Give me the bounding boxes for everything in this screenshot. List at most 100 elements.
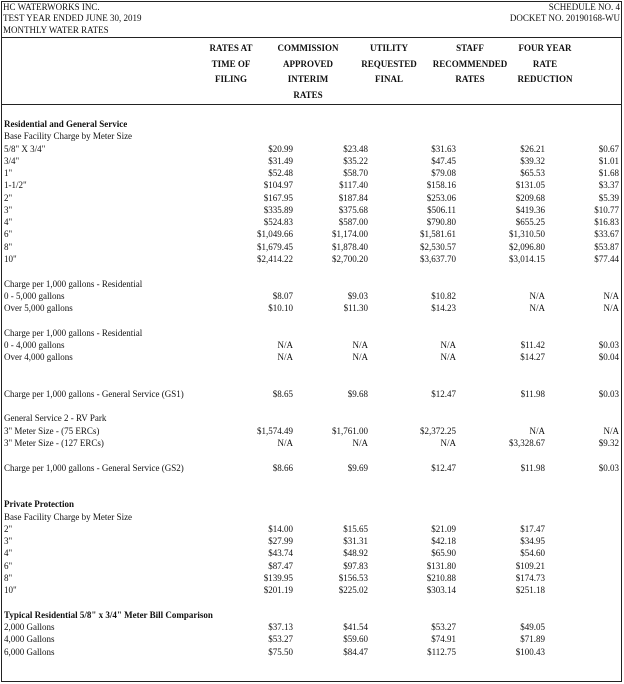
row-label: 10" [4, 585, 17, 596]
rate-cell: $42.18 [431, 536, 456, 547]
rate-cell: $43.74 [268, 548, 293, 559]
table-row: 4,000 Gallons $53.27 $59.60 $74.91 $71.89 [0, 633, 624, 645]
rate-cell: $53.27 [431, 622, 456, 633]
rate-cell: $9.68 [347, 388, 368, 399]
rate-cell: $74.91 [431, 634, 456, 645]
table-row: 4" $43.74 $48.92 $65.90 $54.60 [0, 547, 624, 559]
rate-cell: $33.67 [594, 229, 619, 240]
column-header-line: REQUESTED [361, 58, 417, 69]
column-header-line: TIME OF [211, 58, 251, 69]
column-header: UTILITY REQUESTED FINAL [349, 41, 429, 88]
column-header-line: FOUR YEAR [518, 43, 572, 53]
row-label: Charge per 1,000 gallons - Residential [4, 278, 143, 289]
rate-cell: $1,049.66 [257, 229, 293, 240]
row-label: 2,000 Gallons [4, 622, 55, 633]
rate-cell: $303.14 [426, 585, 456, 596]
table-row [0, 400, 624, 412]
section-title: Typical Residential 5/8" x 3/4" Meter Bi… [4, 609, 213, 620]
rate-cell: N/A [603, 290, 620, 301]
column-header-line: RATES AT [209, 43, 253, 53]
column-header-line: RECOMMENDED [432, 58, 508, 69]
table-row: Typical Residential 5/8" x 3/4" Meter Bi… [0, 609, 624, 621]
rate-cell: N/A [277, 352, 294, 363]
rate-cell: $0.04 [598, 352, 619, 363]
row-label: 1-1/2" [4, 180, 27, 191]
rate-cell: $1,174.00 [332, 229, 368, 240]
rate-cell: $209.68 [515, 192, 545, 203]
row-label: Base Facility Charge by Meter Size [4, 511, 133, 522]
table-row: 6" $87.47 $97.83 $131.80 $109.21 [0, 560, 624, 572]
rate-cell: $1.01 [598, 155, 619, 166]
table-row: Base Facility Charge by Meter Size [0, 130, 624, 142]
table-row [0, 376, 624, 388]
rate-cell: $27.99 [268, 536, 293, 547]
rate-cell: $3,637.70 [420, 253, 456, 264]
rate-cell: $47.45 [431, 155, 456, 166]
column-header-line: RATES [455, 74, 485, 84]
row-label: 6" [4, 229, 13, 240]
table-row: Charge per 1,000 gallons - Residential [0, 278, 624, 290]
table-row: Residential and General Service [0, 118, 624, 130]
rate-cell: $31.63 [431, 143, 456, 154]
rate-cell: $58.70 [343, 168, 368, 179]
rate-cell: $1,310.50 [509, 229, 545, 240]
rate-cell: $8.07 [272, 290, 293, 301]
rate-cell: $0.03 [598, 388, 619, 399]
row-label: 6,000 Gallons [4, 646, 55, 657]
rate-cell: $156.53 [338, 572, 368, 583]
rate-cell: $12.47 [431, 462, 456, 473]
rate-cell: $10.10 [268, 303, 293, 314]
rate-cell: $39.32 [520, 155, 545, 166]
column-header: STAFF RECOMMENDED RATES [430, 41, 510, 88]
row-label: 4" [4, 548, 13, 559]
rate-cell: $1,761.00 [332, 425, 368, 436]
rate-cell: $5.39 [598, 192, 619, 203]
table-row: 0 - 4,000 gallons N/A N/A N/A $11.42 $0.03 [0, 339, 624, 351]
row-label: 10" [4, 253, 17, 264]
column-header-line: FILING [214, 74, 247, 84]
rate-cell: $2,414.22 [257, 253, 293, 264]
rate-cell: $587.00 [338, 217, 368, 228]
rate-cell: $251.18 [515, 585, 545, 596]
rate-cell: $11.98 [520, 388, 545, 399]
rate-cell: $14.23 [431, 303, 456, 314]
rate-cell: $0.03 [598, 339, 619, 350]
rate-cell: $335.89 [263, 204, 293, 215]
rate-cell: $65.90 [431, 548, 456, 559]
row-label: 3" [4, 536, 13, 547]
rate-cell: $419.36 [515, 204, 545, 215]
row-label: 4,000 Gallons [4, 634, 55, 645]
rate-cell: $524.83 [263, 217, 293, 228]
rate-cell: $1,574.49 [257, 425, 293, 436]
table-row: 3/4" $31.49 $35.22 $47.45 $39.32 $1.01 [0, 155, 624, 167]
table-row: Charge per 1,000 gallons - General Servi… [0, 462, 624, 474]
rate-cell: N/A [529, 290, 546, 301]
row-label: 6" [4, 560, 13, 571]
rate-cell: $21.09 [431, 523, 456, 534]
row-label: 2" [4, 192, 13, 203]
table-row: Over 5,000 gallons $10.10 $11.30 $14.23 N/A N… [0, 302, 624, 314]
rate-cell: $15.65 [343, 523, 368, 534]
rate-cell: $10.82 [431, 290, 456, 301]
table-row: 5/8" X 3/4" $20.99 $23.48 $31.63 $26.21 $0.67 [0, 143, 624, 155]
row-label: 3" Meter Size - (127 ERCs) [4, 438, 104, 449]
rate-cell: $23.48 [343, 143, 368, 154]
row-label: 3" [4, 204, 13, 215]
column-header-line: REDUCTION [517, 74, 573, 84]
rate-cell: $11.42 [520, 339, 545, 350]
row-label: 3" Meter Size - (75 ERCs) [4, 425, 100, 436]
test-period: TEST YEAR ENDED JUNE 30, 2019 [3, 13, 142, 23]
rate-cell: $1,679.45 [257, 241, 293, 252]
rate-cell: $1,878.40 [332, 241, 368, 252]
rate-cell: $655.25 [515, 217, 545, 228]
rate-cell: $8.65 [272, 388, 293, 399]
row-label: Charge per 1,000 gallons - General Servi… [4, 388, 184, 399]
section-title: Residential and General Service [4, 119, 128, 129]
header-rule-bottom [1, 104, 622, 105]
table-row: Charge per 1,000 gallons - General Servi… [0, 388, 624, 400]
column-header: FOUR YEAR RATE REDUCTION [505, 41, 585, 88]
rate-cell: $2,530.57 [420, 241, 456, 252]
row-label: Charge per 1,000 gallons - Residential [4, 327, 143, 338]
row-label: 0 - 5,000 gallons [4, 290, 65, 301]
rate-cell: $97.83 [343, 560, 368, 571]
